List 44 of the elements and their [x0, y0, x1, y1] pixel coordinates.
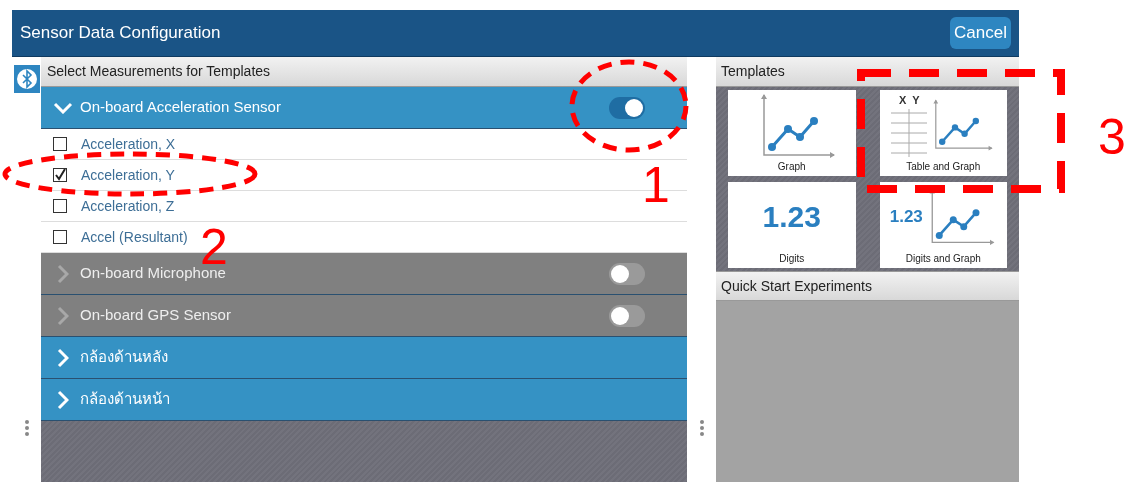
cancel-button[interactable]: Cancel [950, 17, 1011, 49]
measurement-label: Acceleration, X [81, 134, 176, 154]
digits-readout: 1.23 [889, 205, 923, 228]
section-header: Templates [716, 57, 1019, 87]
column-letter: X [898, 93, 907, 109]
tile-label: Table and Graph [906, 160, 981, 174]
template-tile[interactable]: 1.23 Digits and Graph [879, 182, 1007, 268]
step-number: 3 [1098, 112, 1126, 162]
tile-label: Digits [779, 252, 805, 266]
digits-readout: 1.23 [762, 199, 821, 235]
toggle-switch[interactable] [609, 304, 645, 327]
step-number: 1 [642, 160, 670, 210]
section-header: Select Measurements for Templates [41, 57, 687, 87]
toggle-switch[interactable] [609, 262, 645, 285]
sensor-name: กล้องด้านหลัง [80, 347, 169, 368]
drag-handle-icon[interactable] [699, 420, 704, 436]
measurement-label: Acceleration, Z [81, 196, 175, 216]
sensor-name: On-board Acceleration Sensor [80, 97, 282, 118]
tile-label: Graph [777, 160, 806, 174]
sensor-row[interactable]: On-board GPS Sensor [41, 295, 687, 337]
measurement-label: Acceleration, Y [81, 165, 175, 185]
window-title: Sensor Data Configuration [20, 22, 221, 45]
tile-label: Digits and Graph [905, 252, 981, 266]
chevron-down-icon[interactable] [53, 101, 73, 114]
section-header: Quick Start Experiments [716, 271, 1019, 301]
toggle-switch[interactable] [609, 96, 645, 119]
checkbox[interactable] [53, 137, 67, 151]
measurement-label: Accel (Resultant) [81, 227, 188, 247]
sensor-row[interactable]: On-board Acceleration Sensor [41, 87, 687, 129]
table-lines-icon [891, 108, 928, 157]
column-letter: Y [912, 93, 920, 109]
checkbox[interactable] [53, 230, 67, 244]
template-tile[interactable]: 1.23 Digits [728, 182, 856, 268]
sensor-row[interactable]: กล้องด้านหลัง [41, 337, 687, 379]
sensor-name: กล้องด้านหน้า [80, 389, 171, 410]
checkbox[interactable] [53, 199, 67, 213]
drag-handle-icon[interactable] [24, 420, 29, 436]
sensor-name: On-board Microphone [80, 264, 227, 284]
template-tile[interactable]: X Y Table and Graph [879, 90, 1007, 176]
template-tile[interactable]: Graph [728, 90, 856, 176]
bluetooth-icon[interactable] [13, 65, 40, 93]
checkbox[interactable] [53, 168, 67, 182]
sensor-name: On-board GPS Sensor [80, 305, 232, 326]
sensor-row[interactable]: กล้องด้านหน้า [41, 379, 687, 421]
